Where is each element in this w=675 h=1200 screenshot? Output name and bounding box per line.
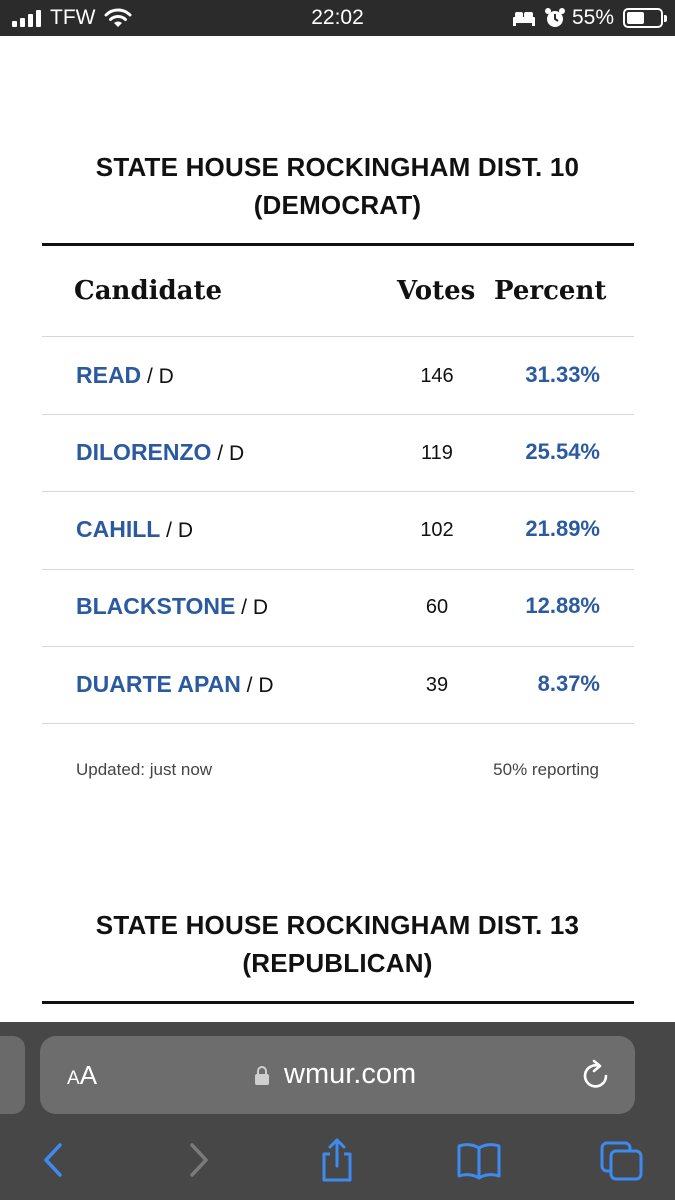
race-title-line1: STATE HOUSE ROCKINGHAM DIST. 13 <box>95 910 580 940</box>
table-row: DILORENZO / D 119 25.54% <box>42 415 634 492</box>
alarm-icon <box>545 8 565 27</box>
candidate-link[interactable]: READ / D <box>76 362 174 389</box>
status-bar: TFW 22:02 55% <box>0 0 675 36</box>
race-title-line2: (REPUBLICAN) <box>242 948 433 978</box>
candidate-percent: 31.33% <box>525 362 600 387</box>
candidate-percent: 12.88% <box>525 593 600 618</box>
candidate-link[interactable]: DILORENZO / D <box>76 439 244 466</box>
column-header-percent: Percent <box>494 276 607 306</box>
candidate-link[interactable]: DUARTE APAN / D <box>76 671 274 698</box>
candidate-percent: 21.89% <box>525 516 600 541</box>
row-divider <box>42 723 634 724</box>
battery-icon <box>623 8 667 28</box>
candidate-party: / D <box>211 442 245 465</box>
title-divider <box>42 243 634 246</box>
candidate-percent: 25.54% <box>525 439 600 464</box>
column-header-votes: Votes <box>397 276 476 306</box>
race-title-line1: STATE HOUSE ROCKINGHAM DIST. 10 <box>95 152 580 182</box>
url-domain[interactable]: wmur.com <box>284 1058 416 1091</box>
row-divider <box>42 336 634 337</box>
bed-icon <box>513 12 535 26</box>
forward-icon[interactable] <box>176 1137 224 1183</box>
back-icon[interactable] <box>32 1137 80 1183</box>
previous-tab-peek[interactable] <box>0 1036 25 1114</box>
candidate-party: / D <box>240 674 274 697</box>
column-header-candidate: Candidate <box>74 276 223 306</box>
browser-bottom-bar: AA wmur.com <box>0 1022 675 1200</box>
candidate-percent: 8.37% <box>537 671 600 696</box>
share-icon[interactable] <box>313 1137 361 1183</box>
title-divider <box>42 1001 634 1004</box>
reload-icon[interactable] <box>580 1058 612 1092</box>
candidate-party: / D <box>160 519 193 542</box>
race-title-line2: (DEMOCRAT) <box>253 190 422 220</box>
candidate-party: / D <box>235 596 268 619</box>
lock-icon <box>255 1066 269 1085</box>
reporting-status: 50% reporting <box>493 760 599 779</box>
bookmarks-icon[interactable] <box>455 1137 503 1183</box>
candidate-link[interactable]: CAHILL / D <box>76 516 193 543</box>
address-bar[interactable]: AA wmur.com <box>40 1036 635 1114</box>
tabs-icon[interactable] <box>598 1137 646 1183</box>
candidate-votes: 146 <box>420 365 454 387</box>
race-title: STATE HOUSE ROCKINGHAM DIST. 13 (REPUBLI… <box>42 906 633 982</box>
results-table-header: Candidate Votes Percent <box>42 276 634 326</box>
candidate-votes: 60 <box>425 596 449 618</box>
candidate-votes: 102 <box>420 519 454 541</box>
updated-timestamp: Updated: just now <box>76 760 213 779</box>
battery-percentage: 55% <box>572 6 615 29</box>
race-title: STATE HOUSE ROCKINGHAM DIST. 10 (DEMOCRA… <box>42 148 633 224</box>
text-size-button[interactable]: AA <box>67 1060 97 1091</box>
table-row: DUARTE APAN / D 39 8.37% <box>42 647 634 724</box>
candidate-link[interactable]: BLACKSTONE / D <box>76 593 268 620</box>
candidate-votes: 119 <box>421 442 453 464</box>
candidate-party: / D <box>141 365 174 388</box>
table-row: CAHILL / D 102 21.89% <box>42 492 634 569</box>
table-row: BLACKSTONE / D 60 12.88% <box>42 569 634 646</box>
table-row: READ / D 146 31.33% <box>42 338 634 415</box>
candidate-votes: 39 <box>425 674 449 696</box>
